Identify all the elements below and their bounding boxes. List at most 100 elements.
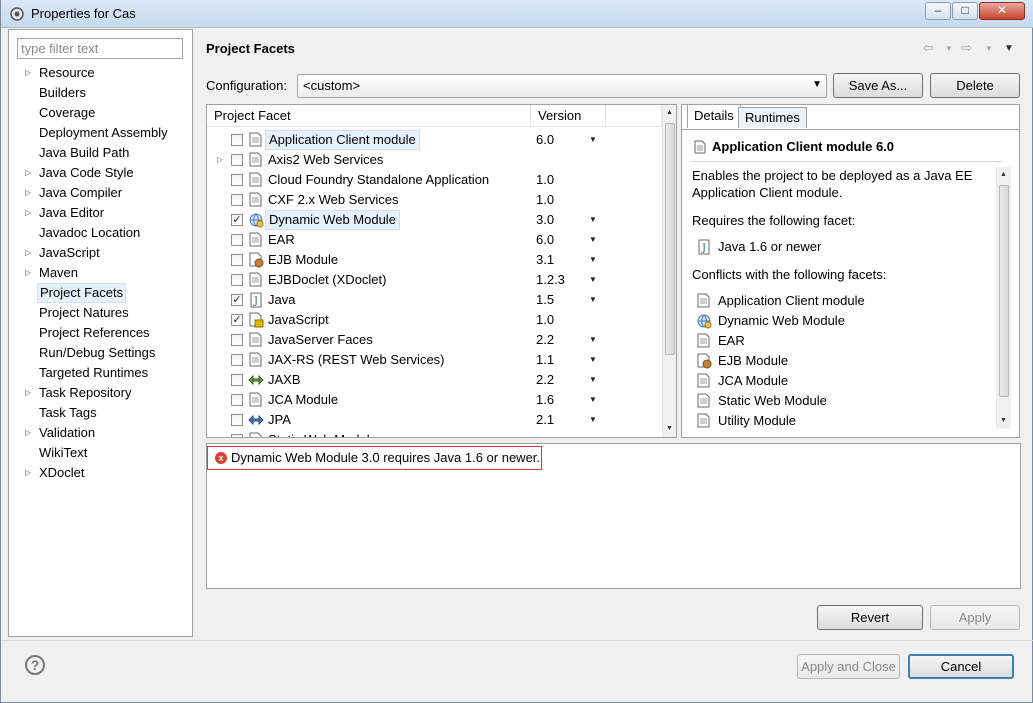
- version-dropdown-icon[interactable]: ▼: [589, 390, 597, 410]
- title-bar[interactable]: Properties for Cas – □ ✕: [1, 0, 1033, 28]
- expand-arrow-icon[interactable]: ▷: [25, 163, 35, 183]
- sidebar-item-project-references[interactable]: Project References: [37, 323, 152, 343]
- expand-arrow-icon[interactable]: ▷: [25, 243, 35, 263]
- sidebar-item-javadoc-location[interactable]: Javadoc Location: [37, 223, 142, 243]
- facets-scrollbar[interactable]: ▲ ▼: [662, 105, 676, 437]
- sidebar-item-java-build-path[interactable]: Java Build Path: [37, 143, 131, 163]
- facet-row[interactable]: JAXB 2.2 ▼: [207, 370, 662, 390]
- version-dropdown-icon[interactable]: ▼: [589, 130, 597, 150]
- sidebar-item-targeted-runtimes[interactable]: Targeted Runtimes: [37, 363, 150, 383]
- details-scrollbar[interactable]: ▲ ▼: [996, 167, 1011, 429]
- expand-arrow-icon[interactable]: ▷: [25, 383, 35, 403]
- save-as-button[interactable]: Save As...: [833, 73, 923, 98]
- facet-row[interactable]: ✓ Dynamic Web Module 3.0 ▼: [207, 210, 662, 230]
- sidebar-item-validation[interactable]: Validation: [37, 423, 97, 443]
- sidebar-item-builders[interactable]: Builders: [37, 83, 88, 103]
- version-dropdown-icon[interactable]: ▼: [589, 290, 597, 310]
- version-dropdown-icon[interactable]: ▼: [589, 370, 597, 390]
- sidebar-item-coverage[interactable]: Coverage: [37, 103, 97, 123]
- sidebar-item-javascript[interactable]: JavaScript: [37, 243, 102, 263]
- scrollbar-thumb[interactable]: [999, 185, 1009, 397]
- facet-checkbox[interactable]: [231, 434, 243, 437]
- apply-button[interactable]: Apply: [930, 605, 1020, 630]
- facet-version[interactable]: 6.0: [536, 130, 554, 150]
- view-menu-icon[interactable]: ▼: [1004, 43, 1014, 54]
- sidebar-item-run-debug-settings[interactable]: Run/Debug Settings: [37, 343, 157, 363]
- facet-version[interactable]: 2.2: [536, 330, 554, 350]
- expand-arrow-icon[interactable]: ▷: [25, 463, 35, 483]
- sidebar-item-java-editor[interactable]: Java Editor: [37, 203, 106, 223]
- expand-arrow-icon[interactable]: ▷: [25, 63, 35, 83]
- expand-arrow-icon[interactable]: ▷: [25, 263, 35, 283]
- sidebar-item-project-natures[interactable]: Project Natures: [37, 303, 131, 323]
- facet-version[interactable]: 3.1: [536, 250, 554, 270]
- facet-row[interactable]: EJBDoclet (XDoclet) 1.2.3 ▼: [207, 270, 662, 290]
- facet-checkbox[interactable]: [231, 234, 243, 246]
- sidebar-item-wikitext[interactable]: WikiText: [37, 443, 89, 463]
- close-button[interactable]: ✕: [979, 2, 1025, 20]
- facet-version[interactable]: 2.2: [536, 370, 554, 390]
- tab-runtimes[interactable]: Runtimes: [738, 107, 807, 128]
- facet-row[interactable]: EJB Module 3.1 ▼: [207, 250, 662, 270]
- minimize-button[interactable]: –: [925, 2, 951, 20]
- facet-version[interactable]: 1.0: [536, 170, 554, 190]
- facet-checkbox[interactable]: [231, 154, 243, 166]
- facet-version[interactable]: 1.5: [536, 290, 554, 310]
- apply-and-close-button[interactable]: Apply and Close: [797, 654, 900, 679]
- sidebar-item-project-facets[interactable]: Project Facets: [37, 283, 127, 303]
- facet-row[interactable]: ▷ Axis2 Web Services: [207, 150, 662, 170]
- version-dropdown-icon[interactable]: ▼: [589, 410, 597, 430]
- facet-checkbox[interactable]: ✓: [231, 314, 243, 326]
- cancel-button[interactable]: Cancel: [908, 654, 1014, 679]
- facet-row[interactable]: EAR 6.0 ▼: [207, 230, 662, 250]
- facet-version[interactable]: 1.0: [536, 190, 554, 210]
- facet-row[interactable]: Cloud Foundry Standalone Application 1.0: [207, 170, 662, 190]
- revert-button[interactable]: Revert: [817, 605, 923, 630]
- facet-version[interactable]: 2.1: [536, 410, 554, 430]
- expand-arrow-icon[interactable]: ▷: [25, 183, 35, 203]
- back-menu-icon[interactable]: ▼: [945, 44, 953, 53]
- sidebar-item-task-tags[interactable]: Task Tags: [37, 403, 99, 423]
- facet-checkbox[interactable]: [231, 414, 243, 426]
- version-column-header[interactable]: Version: [531, 105, 606, 127]
- expand-arrow-icon[interactable]: ▷: [217, 150, 223, 170]
- facet-checkbox[interactable]: [231, 254, 243, 266]
- facet-row[interactable]: JavaServer Faces 2.2 ▼: [207, 330, 662, 350]
- facet-row[interactable]: ✓ J Java 1.5 ▼: [207, 290, 662, 310]
- scrollbar-thumb[interactable]: [665, 123, 675, 355]
- version-dropdown-icon[interactable]: ▼: [589, 330, 597, 350]
- facet-row[interactable]: ✓ JavaScript 1.0: [207, 310, 662, 330]
- facet-row[interactable]: CXF 2.x Web Services 1.0: [207, 190, 662, 210]
- facet-checkbox[interactable]: [231, 194, 243, 206]
- forward-menu-icon[interactable]: ▼: [985, 44, 993, 53]
- facet-row[interactable]: Application Client module 6.0 ▼: [207, 130, 662, 150]
- facet-checkbox[interactable]: [231, 394, 243, 406]
- facet-row[interactable]: Static Web Module: [207, 430, 662, 437]
- scroll-up-icon[interactable]: ▲: [1000, 171, 1007, 178]
- facet-row[interactable]: JCA Module 1.6 ▼: [207, 390, 662, 410]
- sidebar-item-java-compiler[interactable]: Java Compiler: [37, 183, 124, 203]
- facet-checkbox[interactable]: [231, 134, 243, 146]
- version-dropdown-icon[interactable]: ▼: [589, 210, 597, 230]
- back-arrow-icon[interactable]: ⇦: [923, 40, 934, 56]
- facet-column-header[interactable]: Project Facet: [207, 105, 531, 127]
- maximize-button[interactable]: □: [952, 2, 978, 20]
- filter-input[interactable]: [17, 38, 183, 59]
- version-dropdown-icon[interactable]: ▼: [589, 270, 597, 290]
- facet-version[interactable]: 3.0: [536, 210, 554, 230]
- facet-version[interactable]: 1.2.3: [536, 270, 565, 290]
- facet-version[interactable]: 6.0: [536, 230, 554, 250]
- facet-version[interactable]: 1.0: [536, 310, 554, 330]
- sidebar-item-maven[interactable]: Maven: [37, 263, 80, 283]
- delete-button[interactable]: Delete: [930, 73, 1020, 98]
- facet-row[interactable]: JPA 2.1 ▼: [207, 410, 662, 430]
- sidebar-item-task-repository[interactable]: Task Repository: [37, 383, 133, 403]
- facet-checkbox[interactable]: [231, 354, 243, 366]
- version-dropdown-icon[interactable]: ▼: [589, 350, 597, 370]
- facet-checkbox[interactable]: ✓: [231, 214, 243, 226]
- facet-checkbox[interactable]: [231, 174, 243, 186]
- facet-checkbox[interactable]: [231, 274, 243, 286]
- tab-details[interactable]: Details: [687, 104, 741, 128]
- version-dropdown-icon[interactable]: ▼: [589, 250, 597, 270]
- expand-arrow-icon[interactable]: ▷: [25, 203, 35, 223]
